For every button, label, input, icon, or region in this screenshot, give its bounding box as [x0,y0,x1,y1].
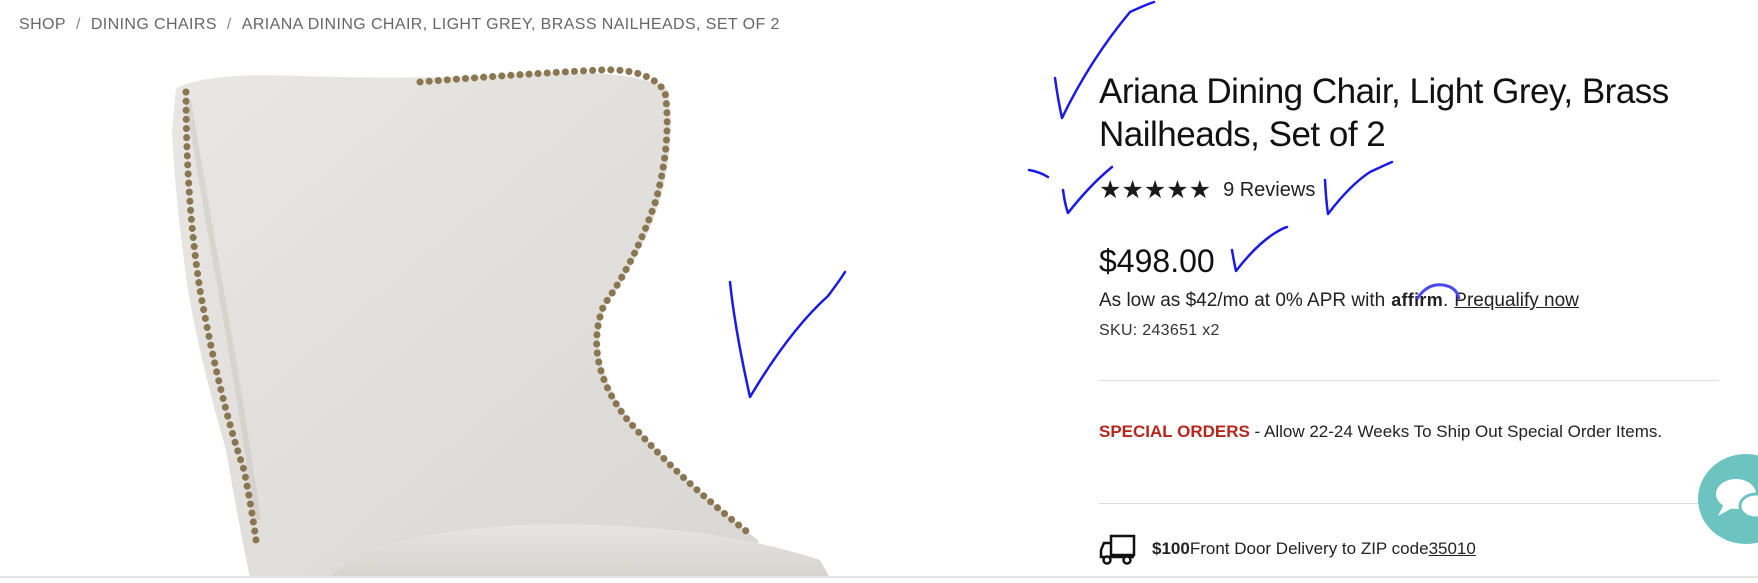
chat-icon [1716,479,1758,520]
checkmark-annotation [1230,225,1289,273]
chat-button[interactable] [1698,454,1758,544]
stroke-annotation [1027,168,1050,179]
checkmark-annotation [1323,160,1394,216]
breadcrumb-separator: / [226,16,232,33]
breadcrumb: SHOP / DINING CHAIRS / ARIANA DINING CHA… [19,16,780,34]
product-title-line-1: Ariana Dining Chair, Light Grey, Brass [1099,72,1669,111]
breadcrumb-separator: / [75,16,81,33]
financing-info: As low as $42/mo at 0% APR with affirm .… [1099,283,1579,312]
delivery-info: $100 Front Door Delivery to ZIP code 350… [1099,533,1476,565]
prequalify-link[interactable]: Prequalify now [1454,290,1579,312]
affirm-arc-icon [1415,283,1461,300]
product-title: Ariana Dining Chair, Light Grey, Brass N… [1099,70,1699,156]
divider [1099,380,1719,381]
product-price: $498.00 [1099,243,1215,279]
product-image[interactable] [160,62,880,578]
dining-chair-image [172,66,830,578]
breadcrumb-dining-chairs[interactable]: DINING CHAIRS [91,16,217,34]
delivery-text: Front Door Delivery to ZIP code [1189,539,1429,558]
reviews-link[interactable]: 9 Reviews [1223,179,1315,202]
sku: SKU: 243651 x2 [1099,322,1220,339]
product-title-line-2: Nailheads, Set of 2 [1099,115,1386,154]
affirm-logo: affirm [1391,283,1461,311]
delivery-amount: $100 [1152,539,1190,558]
financing-text: As low as $42/mo at 0% APR with [1099,290,1386,311]
special-orders-notice: SPECIAL ORDERS - Allow 22-24 Weeks To Sh… [1099,421,1699,443]
breadcrumb-shop[interactable]: SHOP [19,16,66,34]
divider [1099,503,1719,504]
product-rating: ★★★★★ 9 Reviews [1099,178,1315,203]
special-orders-text: - Allow 22-24 Weeks To Ship Out Special … [1249,422,1663,441]
truck-icon [1099,534,1136,565]
star-rating-icon: ★★★★★ [1099,176,1212,204]
breadcrumb-current-product: ARIANA DINING CHAIR, LIGHT GREY, BRASS N… [241,16,780,33]
zip-code-link[interactable]: 35010 [1429,539,1476,559]
special-orders-tag: SPECIAL ORDERS [1099,422,1250,441]
